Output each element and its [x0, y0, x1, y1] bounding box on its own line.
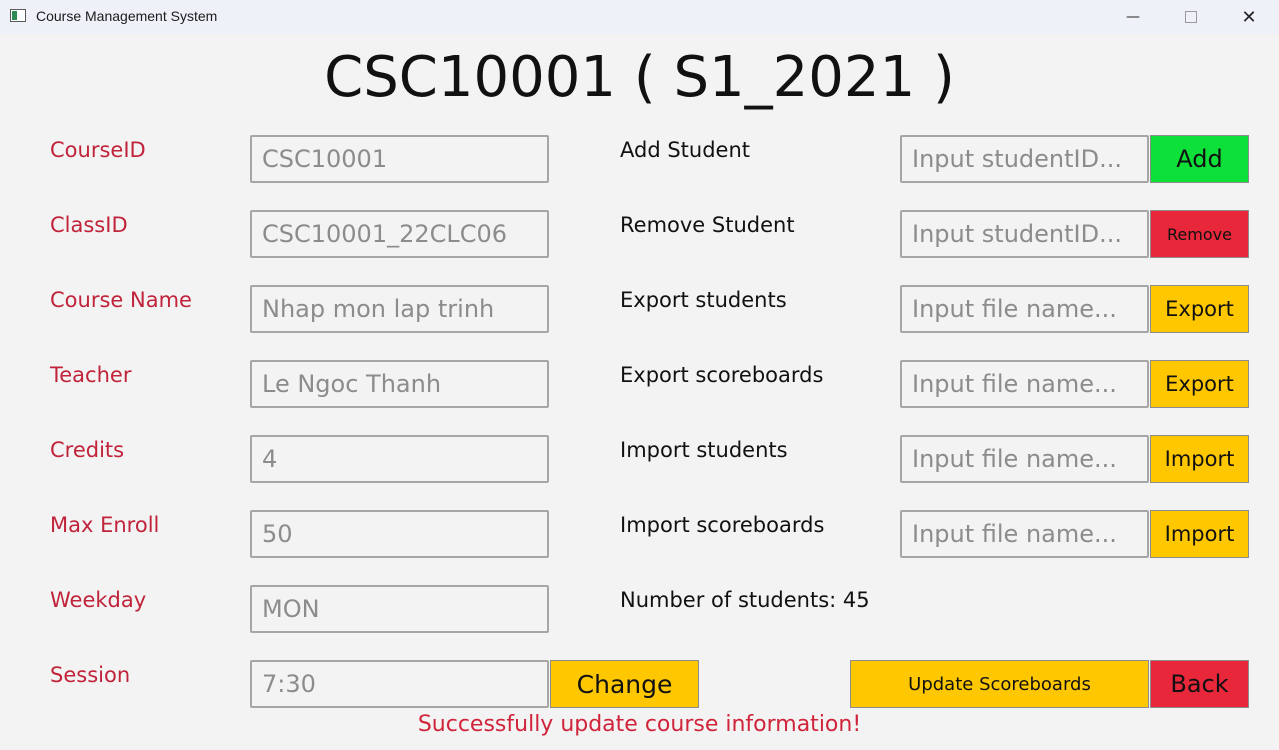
export-scoreboards-input[interactable]	[900, 360, 1149, 408]
student-count-text: Number of students: 45	[620, 588, 870, 612]
import-students-button[interactable]: Import	[1150, 435, 1249, 483]
export-scoreboards-button[interactable]: Export	[1150, 360, 1249, 408]
app-window-icon	[10, 9, 26, 22]
course-name-label: Course Name	[50, 288, 192, 312]
window-title: Course Management System	[36, 8, 218, 24]
update-scoreboards-button[interactable]: Update Scoreboards	[850, 660, 1149, 708]
weekday-label: Weekday	[50, 588, 147, 612]
import-scoreboards-button[interactable]: Import	[1150, 510, 1249, 558]
course-name-field[interactable]	[250, 285, 549, 333]
change-button[interactable]: Change	[550, 660, 699, 708]
close-icon[interactable]: ✕	[1220, 0, 1278, 34]
teacher-label: Teacher	[50, 363, 132, 387]
session-label: Session	[50, 663, 131, 687]
add-student-label: Add Student	[620, 138, 750, 162]
export-students-label: Export students	[620, 288, 787, 312]
import-scoreboards-label: Import scoreboards	[620, 513, 825, 537]
remove-student-label: Remove Student	[620, 213, 795, 237]
maximize-icon[interactable]	[1162, 0, 1220, 34]
import-scoreboards-input[interactable]	[900, 510, 1149, 558]
export-students-input[interactable]	[900, 285, 1149, 333]
max-enroll-label: Max Enroll	[50, 513, 160, 537]
session-field[interactable]	[250, 660, 549, 708]
import-students-label: Import students	[620, 438, 788, 462]
window-titlebar: Course Management System — ✕	[0, 0, 1279, 34]
page-title: CSC10001 ( S1_2021 )	[324, 45, 955, 110]
add-student-button[interactable]: Add	[1150, 135, 1249, 183]
export-students-button[interactable]: Export	[1150, 285, 1249, 333]
course-id-field[interactable]	[250, 135, 549, 183]
credits-label: Credits	[50, 438, 125, 462]
class-id-label: ClassID	[50, 213, 128, 237]
status-message: Successfully update course information!	[417, 712, 862, 737]
minimize-icon[interactable]: —	[1104, 0, 1162, 34]
back-button[interactable]: Back	[1150, 660, 1249, 708]
weekday-field[interactable]	[250, 585, 549, 633]
max-enroll-field[interactable]	[250, 510, 549, 558]
teacher-field[interactable]	[250, 360, 549, 408]
add-student-input[interactable]	[900, 135, 1149, 183]
export-scoreboards-label: Export scoreboards	[620, 363, 824, 387]
credits-field[interactable]	[250, 435, 549, 483]
remove-student-input[interactable]	[900, 210, 1149, 258]
class-id-field[interactable]	[250, 210, 549, 258]
import-students-input[interactable]	[900, 435, 1149, 483]
remove-student-button[interactable]: Remove	[1150, 210, 1249, 258]
course-id-label: CourseID	[50, 138, 146, 162]
